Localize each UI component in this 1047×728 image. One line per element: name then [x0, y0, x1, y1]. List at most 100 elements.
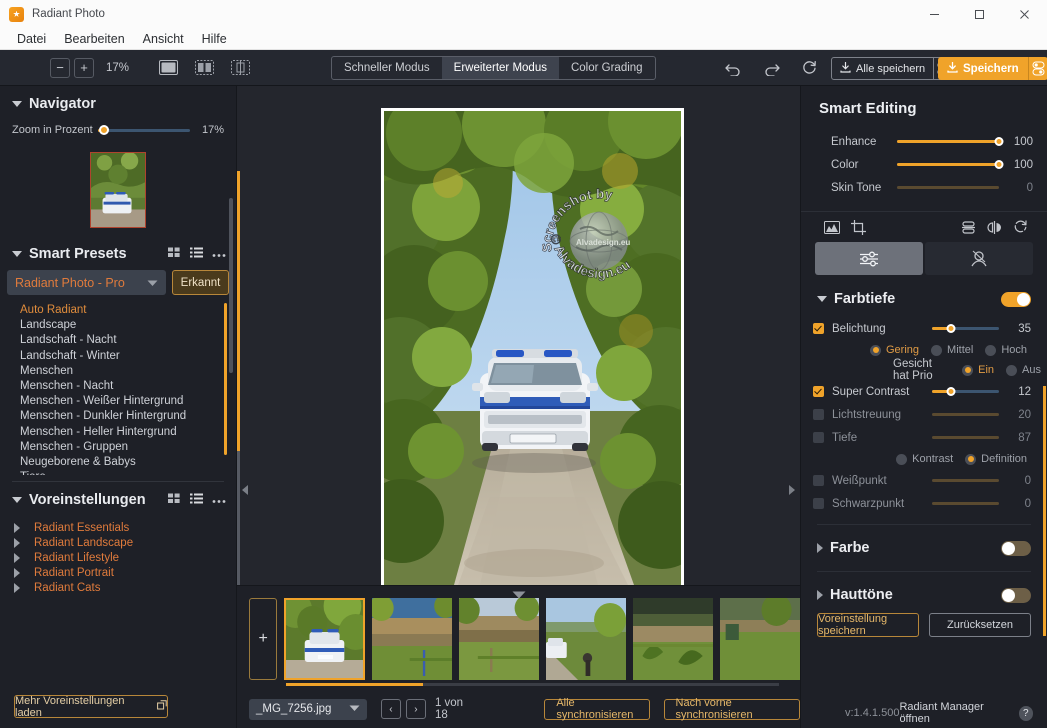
menu-item-ansicht[interactable]: Ansicht [134, 30, 193, 48]
zoom-out-button[interactable]: − [50, 57, 70, 78]
save-options-icon[interactable] [1027, 57, 1047, 80]
list-view-icon[interactable] [190, 247, 203, 261]
hauttoene-toggle[interactable] [1001, 587, 1031, 603]
filmstrip-thumb[interactable] [632, 598, 713, 680]
schwarzpunkt-slider[interactable] [932, 502, 999, 505]
tab-color-grading[interactable]: Color Grading [559, 57, 655, 79]
presets-scrollbar[interactable] [224, 303, 227, 455]
split-view-icon[interactable] [192, 58, 216, 78]
radio-kontrast[interactable]: Kontrast [896, 453, 953, 465]
farbtiefe-header[interactable]: Farbtiefe [801, 279, 1047, 317]
minimize-icon[interactable] [912, 0, 957, 28]
preset-item[interactable]: Auto Radiant [20, 303, 236, 318]
enhance-slider[interactable] [897, 136, 1004, 146]
tab-erweiterter-modus[interactable]: Erweiterter Modus [441, 57, 559, 79]
filmstrip-thumb[interactable] [719, 598, 801, 680]
color-slider[interactable] [897, 159, 1004, 169]
super-contrast-checkbox[interactable] [813, 386, 824, 397]
radio-definition[interactable]: Definition [965, 453, 1027, 465]
right-panel-scrollbar[interactable] [1043, 386, 1046, 636]
farbe-toggle[interactable] [1001, 540, 1031, 556]
preset-item[interactable]: Menschen - Weißer Hintergrund [20, 394, 236, 409]
preset-item[interactable]: Menschen - Dunkler Hintergrund [20, 409, 236, 424]
tiefe-slider[interactable] [932, 436, 999, 439]
radio-hoch[interactable]: Hoch [985, 344, 1027, 356]
preset-item[interactable]: Menschen - Nacht [20, 379, 236, 394]
rotate-icon[interactable] [1007, 216, 1033, 238]
tab-schneller-modus[interactable]: Schneller Modus [332, 57, 442, 79]
belichtung-slider[interactable] [932, 323, 999, 333]
radiant-manager-link[interactable]: Radiant Manager öffnen [899, 701, 1012, 725]
save-preset-button[interactable]: Voreinstellung speichern [817, 613, 919, 637]
single-view-icon[interactable] [156, 58, 180, 78]
reset-icon[interactable] [798, 57, 820, 79]
flip-horizontal-icon[interactable] [981, 216, 1007, 238]
compare-view-icon[interactable] [228, 58, 252, 78]
more-options-icon[interactable] [212, 247, 226, 261]
radio-gering[interactable]: Gering [870, 344, 919, 356]
preset-item[interactable]: Landschaft - Nacht [20, 333, 236, 348]
sync-all-button[interactable]: Alle synchronisieren [544, 697, 650, 721]
more-options-icon[interactable] [212, 493, 226, 507]
preset-dropdown[interactable]: Radiant Photo - Pro [7, 270, 166, 295]
add-photos-button[interactable]: + [249, 598, 278, 680]
radio-ein[interactable]: Ein [962, 364, 994, 376]
grid-view-icon[interactable] [168, 247, 181, 261]
voreinstellung-item[interactable]: Radiant Cats [14, 580, 236, 595]
preset-item[interactable]: Menschen [20, 364, 236, 379]
belichtung-checkbox[interactable] [813, 323, 824, 334]
voreinstellung-item[interactable]: Radiant Portrait [14, 565, 236, 580]
crop-icon[interactable] [845, 216, 871, 238]
tiefe-checkbox[interactable] [813, 432, 824, 443]
left-panel-scrollbar[interactable] [229, 198, 233, 373]
filmstrip-thumb[interactable] [458, 598, 539, 680]
tab-portrait[interactable] [925, 242, 1033, 275]
super-contrast-slider[interactable] [932, 386, 999, 396]
help-icon[interactable]: ? [1018, 705, 1033, 721]
save-button[interactable]: Speichern [938, 57, 1047, 80]
collapse-right-icon[interactable] [786, 484, 798, 496]
file-name-dropdown[interactable]: _MG_7256.jpg [249, 698, 367, 720]
farbe-header[interactable]: Farbe [801, 534, 1047, 562]
sync-forward-button[interactable]: Nach vorne synchronisieren [663, 697, 800, 721]
tab-adjustments[interactable] [815, 242, 923, 275]
smart-presets-header[interactable]: Smart Presets [0, 242, 236, 270]
schwarzpunkt-checkbox[interactable] [813, 498, 824, 509]
image-canvas[interactable]: Screenshot by © Alvadesign.eu Alvadesign… [237, 86, 800, 585]
weisspunkt-checkbox[interactable] [813, 475, 824, 486]
load-more-presets-button[interactable]: Mehr Voreinstellungen laden [14, 695, 168, 719]
detected-badge[interactable]: Erkannt [172, 270, 229, 295]
farbtiefe-toggle[interactable] [1001, 291, 1031, 307]
filmstrip-thumb[interactable] [545, 598, 626, 680]
zoom-in-button[interactable]: + [74, 57, 94, 78]
lichtstreuung-slider[interactable] [932, 413, 999, 416]
reset-button[interactable]: Zurücksetzen [929, 613, 1031, 637]
close-icon[interactable] [1002, 0, 1047, 28]
menu-item-bearbeiten[interactable]: Bearbeiten [55, 30, 133, 48]
voreinstellung-item[interactable]: Radiant Essentials [14, 520, 236, 535]
navigator-thumbnail[interactable] [90, 152, 146, 228]
preset-item[interactable]: Landschaft - Winter [20, 349, 236, 364]
voreinstellungen-header[interactable]: Voreinstellungen [0, 482, 236, 516]
filmstrip-thumb[interactable] [371, 598, 452, 680]
voreinstellung-item[interactable]: Radiant Landscape [14, 535, 236, 550]
flip-vertical-icon[interactable] [955, 216, 981, 238]
lichtstreuung-checkbox[interactable] [813, 409, 824, 420]
zoom-slider[interactable] [98, 125, 190, 135]
list-view-icon[interactable] [190, 493, 203, 507]
main-photo-frame[interactable] [381, 108, 684, 585]
next-photo-button[interactable]: › [405, 699, 426, 719]
radio-aus[interactable]: Aus [1006, 364, 1041, 376]
redo-icon[interactable] [760, 57, 782, 79]
navigator-header[interactable]: Navigator [0, 86, 236, 120]
weisspunkt-slider[interactable] [932, 479, 999, 482]
radio-mittel[interactable]: Mittel [931, 344, 973, 356]
undo-icon[interactable] [722, 57, 744, 79]
prev-photo-button[interactable]: ‹ [380, 699, 401, 719]
hauttoene-header[interactable]: Hauttöne [801, 581, 1047, 609]
preset-item[interactable]: Neugeborene & Babys [20, 455, 236, 470]
preset-item[interactable]: Menschen - Gruppen [20, 440, 236, 455]
canvas-left-scroll[interactable] [237, 451, 240, 585]
grid-view-icon[interactable] [168, 493, 181, 507]
histogram-icon[interactable] [819, 216, 845, 238]
